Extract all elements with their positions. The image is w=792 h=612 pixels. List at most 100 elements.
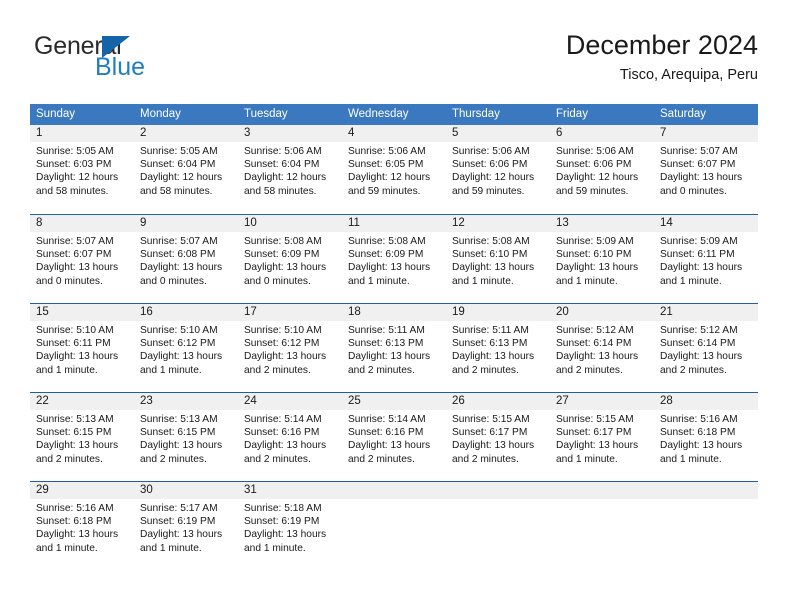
- day-cell[interactable]: 3 Sunrise: 5:06 AM Sunset: 6:04 PM Dayli…: [238, 125, 342, 214]
- day-cell[interactable]: 11 Sunrise: 5:08 AM Sunset: 6:09 PM Dayl…: [342, 215, 446, 303]
- weekday-header-friday: Friday: [556, 108, 588, 120]
- sunset-text: Sunset: 6:18 PM: [36, 516, 112, 528]
- day-cell[interactable]: 8 Sunrise: 5:07 AM Sunset: 6:07 PM Dayli…: [30, 215, 134, 303]
- sunset-text: Sunset: 6:03 PM: [36, 159, 112, 171]
- daylight-text-line1: Daylight: 13 hours: [660, 262, 743, 274]
- daylight-text-line2: and 59 minutes.: [348, 185, 421, 197]
- day-cell[interactable]: 19 Sunrise: 5:11 AM Sunset: 6:13 PM Dayl…: [446, 304, 550, 392]
- sunrise-text: Sunrise: 5:13 AM: [36, 414, 114, 425]
- daylight-text-line2: and 2 minutes.: [140, 453, 207, 465]
- day-cell[interactable]: 12 Sunrise: 5:08 AM Sunset: 6:10 PM Dayl…: [446, 215, 550, 303]
- day-cell[interactable]: 6 Sunrise: 5:06 AM Sunset: 6:06 PM Dayli…: [550, 125, 654, 214]
- day-cell[interactable]: 21 Sunrise: 5:12 AM Sunset: 6:14 PM Dayl…: [654, 304, 758, 392]
- day-number: 21: [654, 304, 758, 321]
- daylight-text-line1: Daylight: 12 hours: [244, 172, 327, 184]
- page-header: General Blue December 2024 Tisco, Arequi…: [34, 28, 758, 96]
- day-cell[interactable]: 17 Sunrise: 5:10 AM Sunset: 6:12 PM Dayl…: [238, 304, 342, 392]
- daylight-text-line1: Daylight: 13 hours: [556, 262, 639, 274]
- weekday-header-sunday: Sunday: [36, 108, 76, 120]
- daylight-text-line1: Daylight: 13 hours: [556, 440, 639, 452]
- day-cell[interactable]: 15 Sunrise: 5:10 AM Sunset: 6:11 PM Dayl…: [30, 304, 134, 392]
- daylight-text-line2: and 58 minutes.: [140, 185, 213, 197]
- day-cell[interactable]: 2 Sunrise: 5:05 AM Sunset: 6:04 PM Dayli…: [134, 125, 238, 214]
- sunrise-text: Sunrise: 5:11 AM: [452, 325, 529, 336]
- sunset-text: Sunset: 6:15 PM: [140, 427, 216, 439]
- day-details: Sunrise: 5:06 AM Sunset: 6:06 PM Dayligh…: [550, 142, 654, 198]
- daylight-text-line1: Daylight: 13 hours: [140, 262, 223, 274]
- day-details: Sunrise: 5:15 AM Sunset: 6:17 PM Dayligh…: [446, 410, 550, 466]
- calendar-grid: Sunday Monday Tuesday Wednesday Thursday…: [30, 104, 758, 570]
- day-cell-empty: [446, 482, 550, 570]
- sunrise-text: Sunrise: 5:16 AM: [660, 414, 738, 425]
- day-cell[interactable]: 10 Sunrise: 5:08 AM Sunset: 6:09 PM Dayl…: [238, 215, 342, 303]
- weekday-header-monday: Monday: [140, 108, 181, 120]
- sunrise-text: Sunrise: 5:12 AM: [660, 325, 738, 336]
- day-details: Sunrise: 5:09 AM Sunset: 6:11 PM Dayligh…: [654, 232, 758, 288]
- day-cell[interactable]: 25 Sunrise: 5:14 AM Sunset: 6:16 PM Dayl…: [342, 393, 446, 481]
- day-number: 27: [550, 393, 654, 410]
- daylight-text-line1: Daylight: 13 hours: [244, 351, 327, 363]
- sunset-text: Sunset: 6:13 PM: [348, 338, 424, 350]
- general-blue-logo[interactable]: General Blue: [34, 32, 264, 90]
- sunset-text: Sunset: 6:16 PM: [244, 427, 320, 439]
- daylight-text-line1: Daylight: 13 hours: [452, 262, 535, 274]
- daylight-text-line1: Daylight: 13 hours: [36, 440, 119, 452]
- day-cell[interactable]: 4 Sunrise: 5:06 AM Sunset: 6:05 PM Dayli…: [342, 125, 446, 214]
- daylight-text-line2: and 1 minute.: [348, 275, 410, 287]
- daylight-text-line1: Daylight: 12 hours: [556, 172, 639, 184]
- title-block: December 2024 Tisco, Arequipa, Peru: [566, 28, 758, 85]
- daylight-text-line2: and 1 minute.: [244, 542, 306, 554]
- daylight-text-line1: Daylight: 13 hours: [36, 351, 119, 363]
- day-number: 12: [446, 215, 550, 232]
- day-cell[interactable]: 7 Sunrise: 5:07 AM Sunset: 6:07 PM Dayli…: [654, 125, 758, 214]
- day-cell[interactable]: 1 Sunrise: 5:05 AM Sunset: 6:03 PM Dayli…: [30, 125, 134, 214]
- day-number: 24: [238, 393, 342, 410]
- weekday-header-wednesday: Wednesday: [348, 108, 409, 120]
- day-cell[interactable]: 24 Sunrise: 5:14 AM Sunset: 6:16 PM Dayl…: [238, 393, 342, 481]
- day-cell[interactable]: 31 Sunrise: 5:18 AM Sunset: 6:19 PM Dayl…: [238, 482, 342, 570]
- day-number: [342, 482, 446, 499]
- day-cell[interactable]: 22 Sunrise: 5:13 AM Sunset: 6:15 PM Dayl…: [30, 393, 134, 481]
- daylight-text-line1: Daylight: 13 hours: [36, 262, 119, 274]
- day-cell[interactable]: 9 Sunrise: 5:07 AM Sunset: 6:08 PM Dayli…: [134, 215, 238, 303]
- day-cell[interactable]: 18 Sunrise: 5:11 AM Sunset: 6:13 PM Dayl…: [342, 304, 446, 392]
- day-details: Sunrise: 5:08 AM Sunset: 6:09 PM Dayligh…: [238, 232, 342, 288]
- day-number: [654, 482, 758, 499]
- day-details: Sunrise: 5:16 AM Sunset: 6:18 PM Dayligh…: [30, 499, 134, 555]
- daylight-text-line1: Daylight: 13 hours: [140, 440, 223, 452]
- daylight-text-line2: and 2 minutes.: [452, 453, 519, 465]
- sunset-text: Sunset: 6:04 PM: [244, 159, 320, 171]
- day-details: Sunrise: 5:10 AM Sunset: 6:12 PM Dayligh…: [238, 321, 342, 377]
- day-cell[interactable]: 16 Sunrise: 5:10 AM Sunset: 6:12 PM Dayl…: [134, 304, 238, 392]
- sunset-text: Sunset: 6:06 PM: [556, 159, 632, 171]
- day-number: 3: [238, 125, 342, 142]
- day-cell[interactable]: 23 Sunrise: 5:13 AM Sunset: 6:15 PM Dayl…: [134, 393, 238, 481]
- sunrise-text: Sunrise: 5:06 AM: [556, 146, 634, 157]
- day-number: 4: [342, 125, 446, 142]
- logo-text-blue: Blue: [95, 53, 146, 81]
- day-cell[interactable]: 13 Sunrise: 5:09 AM Sunset: 6:10 PM Dayl…: [550, 215, 654, 303]
- day-cell-empty: [654, 482, 758, 570]
- week-row: 1 Sunrise: 5:05 AM Sunset: 6:03 PM Dayli…: [30, 125, 758, 214]
- day-number: 26: [446, 393, 550, 410]
- day-cell[interactable]: 28 Sunrise: 5:16 AM Sunset: 6:18 PM Dayl…: [654, 393, 758, 481]
- page-title: December 2024: [565, 30, 758, 60]
- day-cell[interactable]: 26 Sunrise: 5:15 AM Sunset: 6:17 PM Dayl…: [446, 393, 550, 481]
- sunset-text: Sunset: 6:07 PM: [660, 159, 736, 171]
- daylight-text-line2: and 58 minutes.: [244, 185, 317, 197]
- day-cell[interactable]: 29 Sunrise: 5:16 AM Sunset: 6:18 PM Dayl…: [30, 482, 134, 570]
- day-details: Sunrise: 5:11 AM Sunset: 6:13 PM Dayligh…: [446, 321, 550, 377]
- daylight-text-line2: and 1 minute.: [556, 275, 618, 287]
- day-cell[interactable]: 27 Sunrise: 5:15 AM Sunset: 6:17 PM Dayl…: [550, 393, 654, 481]
- daylight-text-line2: and 2 minutes.: [36, 453, 103, 465]
- day-cell[interactable]: 30 Sunrise: 5:17 AM Sunset: 6:19 PM Dayl…: [134, 482, 238, 570]
- day-cell[interactable]: 14 Sunrise: 5:09 AM Sunset: 6:11 PM Dayl…: [654, 215, 758, 303]
- sunrise-text: Sunrise: 5:17 AM: [140, 503, 218, 514]
- sunset-text: Sunset: 6:14 PM: [660, 338, 736, 350]
- day-cell[interactable]: 20 Sunrise: 5:12 AM Sunset: 6:14 PM Dayl…: [550, 304, 654, 392]
- daylight-text-line2: and 1 minute.: [36, 542, 98, 554]
- sunrise-text: Sunrise: 5:13 AM: [140, 414, 218, 425]
- sunset-text: Sunset: 6:19 PM: [244, 516, 320, 528]
- day-cell[interactable]: 5 Sunrise: 5:06 AM Sunset: 6:06 PM Dayli…: [446, 125, 550, 214]
- day-number: 8: [30, 215, 134, 232]
